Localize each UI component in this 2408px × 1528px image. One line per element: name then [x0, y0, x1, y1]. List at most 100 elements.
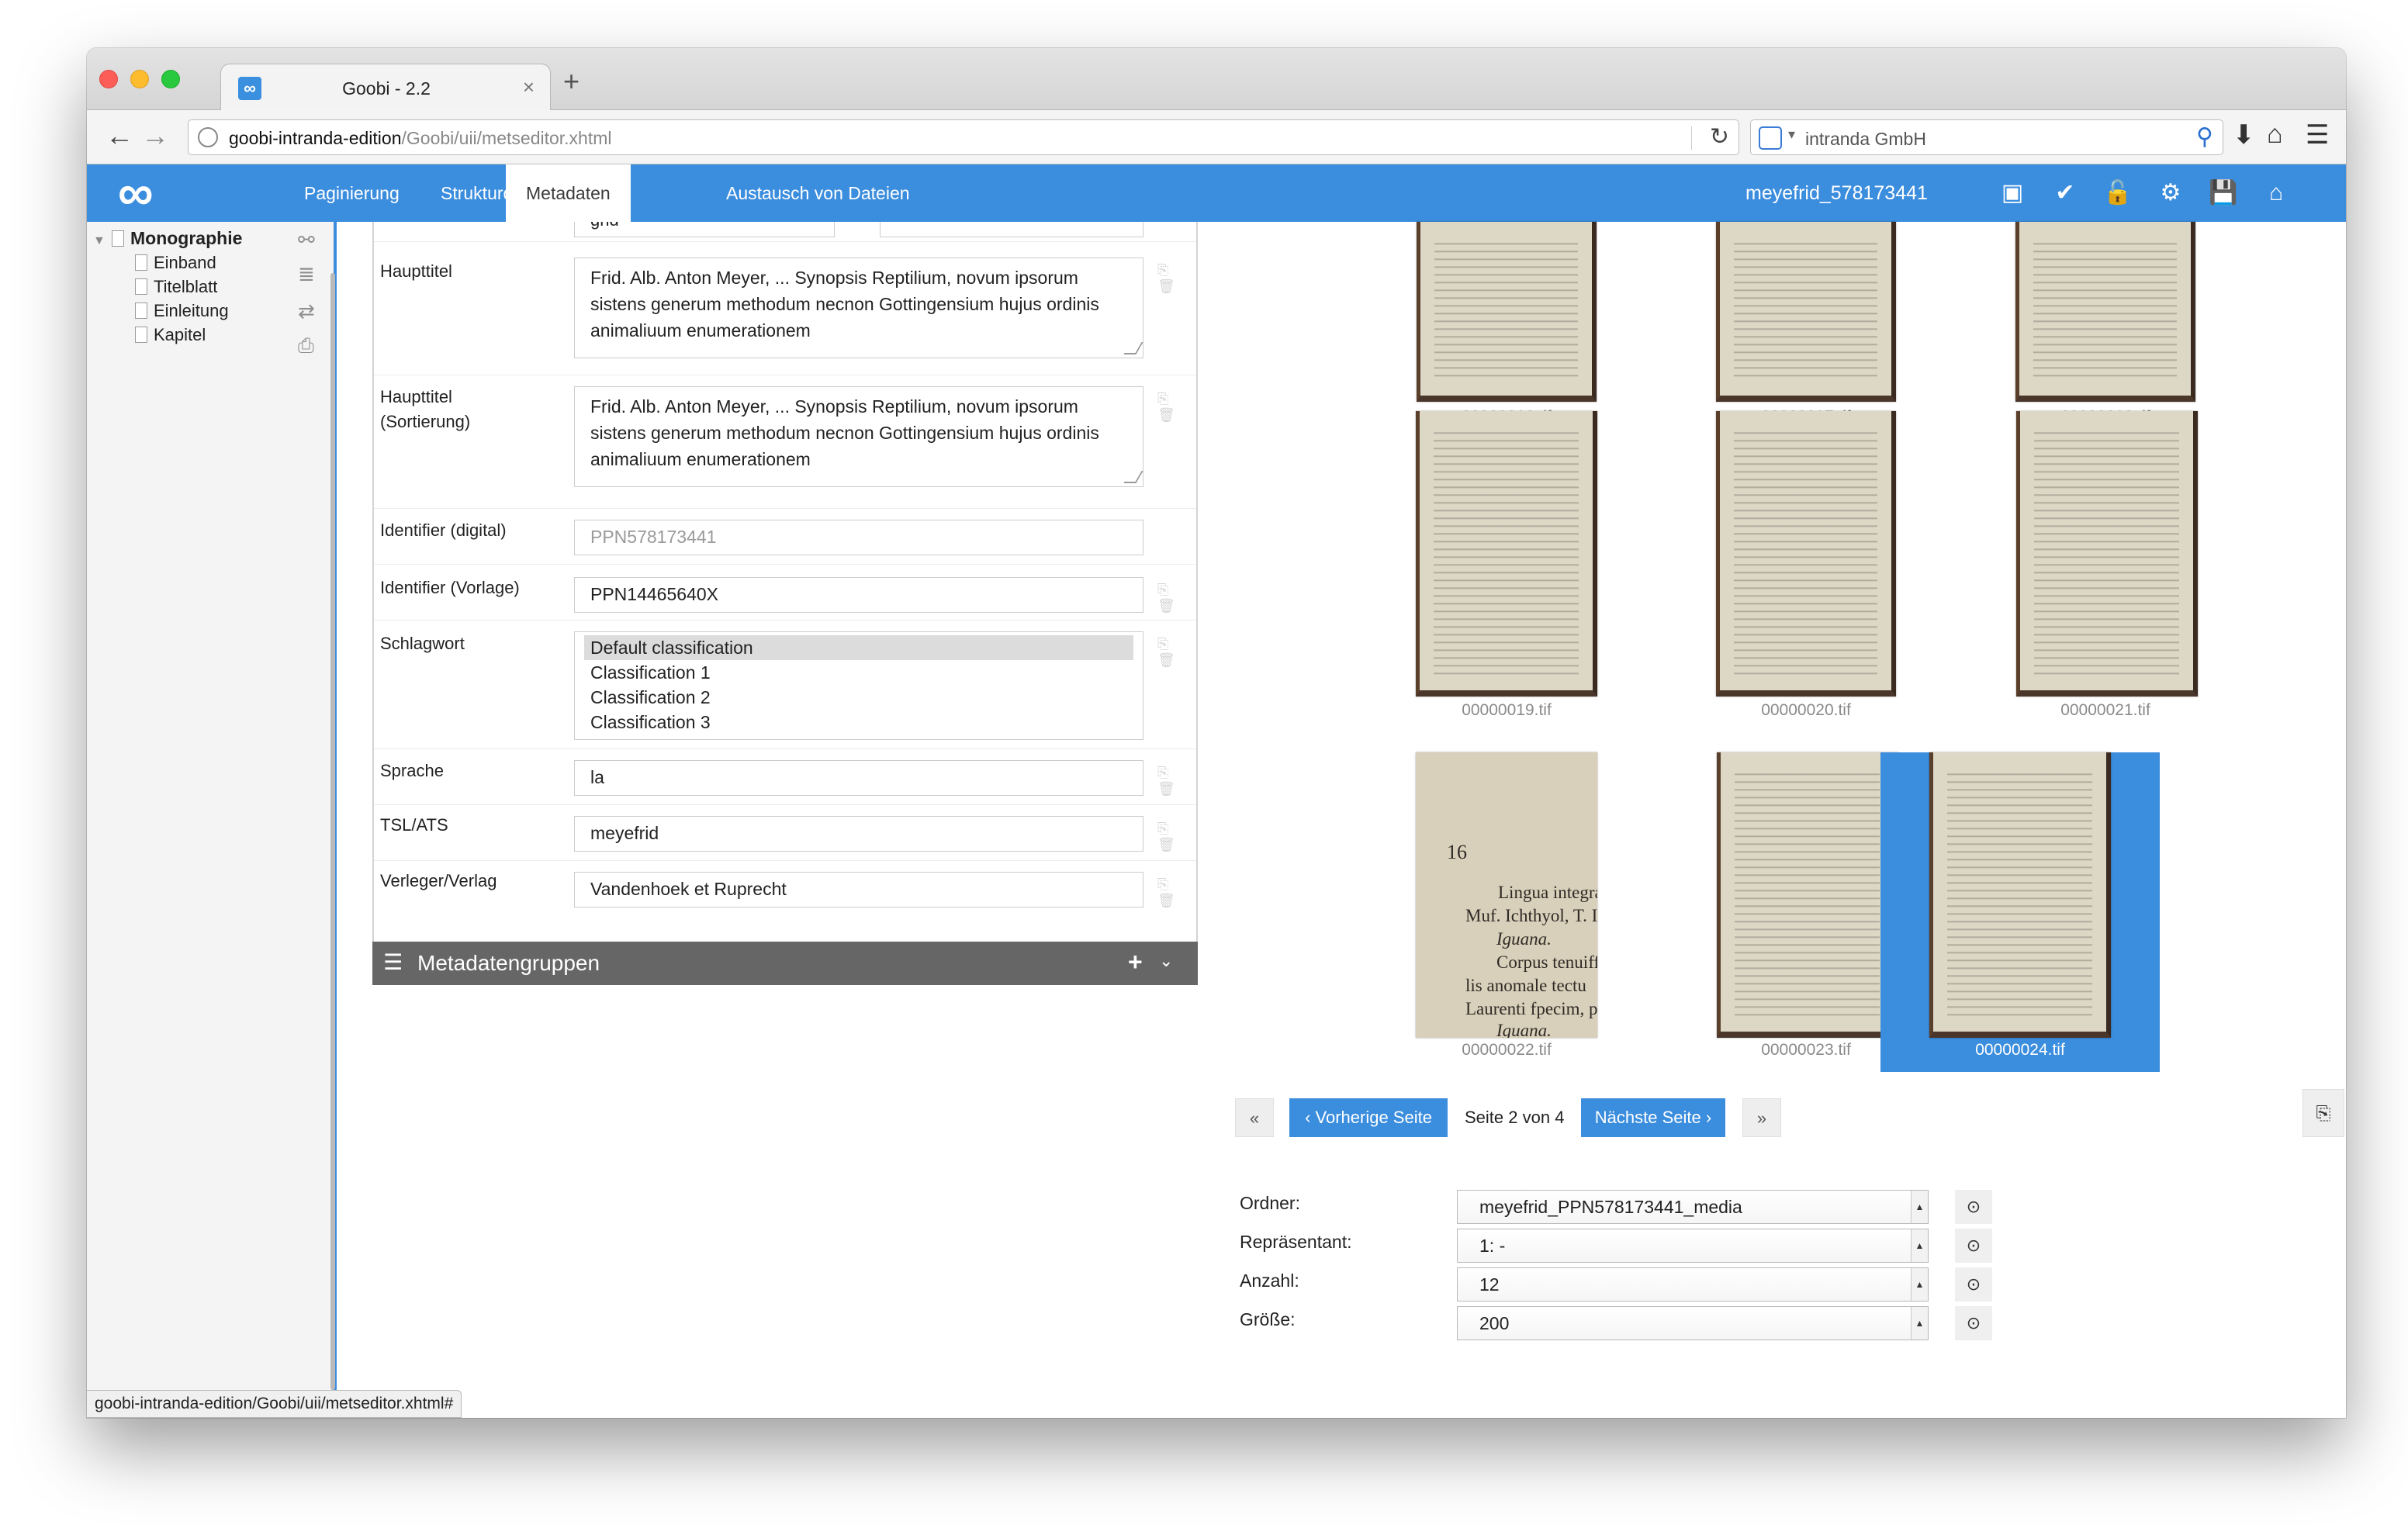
chevron-down-icon[interactable]: ▾: [1788, 126, 1795, 143]
zoom-window-button[interactable]: [161, 70, 180, 88]
house-icon[interactable]: ⌂: [2259, 164, 2293, 222]
home-icon[interactable]: ⌂: [2267, 119, 2283, 150]
unlock-icon[interactable]: 🔓: [2101, 164, 2135, 222]
listbox-option[interactable]: Default classification: [584, 635, 1133, 660]
page-image[interactable]: [2015, 222, 2195, 402]
thumbnail-selected[interactable]: 00000024.tif: [1880, 752, 2160, 1072]
save-icon[interactable]: 💾: [2206, 164, 2240, 222]
forward-arrow-icon[interactable]: →: [141, 119, 169, 152]
dropdown-arrow-icon[interactable]: ▲: [1911, 1229, 1928, 1262]
verleger-field[interactable]: Vandenhoek et Ruprecht: [574, 872, 1143, 907]
authority-source-field[interactable]: gnd: [574, 222, 835, 237]
tsl-ats-field[interactable]: meyefrid: [574, 816, 1143, 852]
tab-close-icon[interactable]: ×: [523, 75, 535, 99]
goobi-logo-icon[interactable]: ∞: [118, 168, 154, 217]
page-image[interactable]: [1416, 411, 1597, 697]
listbox-option[interactable]: Classification 1: [584, 660, 1133, 685]
search-icon[interactable]: ⚲: [2196, 123, 2213, 150]
url-bar[interactable]: goobi-intranda-edition/Goobi/uii/metsedi…: [188, 119, 1739, 155]
process-id: meyefrid_578173441: [1745, 182, 1928, 204]
haupttitel-textarea[interactable]: Frid. Alb. Anton Meyer, ... Synopsis Rep…: [574, 258, 1143, 358]
representative-select[interactable]: 1: - ▲: [1457, 1229, 1929, 1263]
document-icon: [135, 327, 147, 343]
row-actions-icon[interactable]: ⎘🗑: [1157, 765, 1196, 797]
metadata-groups-bar[interactable]: ☰ Metadatengruppen + ⌄: [372, 942, 1198, 985]
close-window-button[interactable]: [99, 70, 118, 88]
bookmark-icon[interactable]: ⎘: [2302, 1089, 2344, 1137]
tree-item[interactable]: Titelblatt: [130, 277, 217, 297]
reload-icon[interactable]: ↻: [1710, 123, 1729, 150]
link-icon[interactable]: ⚯: [298, 228, 315, 252]
haupttitel-sortierung-textarea[interactable]: Frid. Alb. Anton Meyer, ... Synopsis Rep…: [574, 386, 1143, 487]
tree-item[interactable]: Einband: [130, 253, 216, 273]
minimize-window-button[interactable]: [130, 70, 149, 88]
page-image[interactable]: [1417, 222, 1597, 402]
tab-metadaten[interactable]: Metadaten: [506, 164, 631, 222]
download-icon[interactable]: ⬇: [2233, 119, 2255, 150]
row-actions-icon[interactable]: ⎘🗑: [1157, 582, 1196, 614]
listbox-option[interactable]: Classification 3: [584, 710, 1133, 735]
schlagwort-listbox[interactable]: Default classification Classification 1 …: [574, 631, 1143, 740]
row-actions-icon[interactable]: ⎘🗑: [1157, 876, 1196, 909]
page-image[interactable]: [2016, 411, 2198, 697]
print-icon[interactable]: ⎙: [298, 334, 314, 358]
url-text[interactable]: goobi-intranda-edition/Goobi/uii/metsedi…: [229, 128, 612, 149]
dropdown-arrow-icon[interactable]: ▲: [1911, 1307, 1928, 1340]
page-image[interactable]: [1717, 752, 1898, 1038]
dropdown-arrow-icon[interactable]: ▲: [1911, 1268, 1928, 1301]
tree-item[interactable]: Kapitel: [130, 325, 206, 345]
dropdown-arrow-icon[interactable]: ▲: [1911, 1191, 1928, 1223]
list-icon[interactable]: ≣: [298, 262, 315, 286]
metadata-row: TSL/ATS meyefrid ⎘🗑: [374, 805, 1196, 861]
browser-tab[interactable]: ∞ Goobi - 2.2 ×: [220, 64, 551, 112]
sidebar-scrollbar[interactable]: [330, 273, 335, 1390]
row-actions-icon[interactable]: ⎘🗑: [1157, 391, 1196, 423]
page-image[interactable]: [1716, 411, 1896, 697]
back-arrow-icon[interactable]: ←: [106, 119, 133, 152]
thumbnail-caption: 00000022.tif: [1462, 1041, 1552, 1059]
count-apply-icon[interactable]: ⊙: [1955, 1267, 1992, 1302]
representative-apply-icon[interactable]: ⊙: [1955, 1229, 1992, 1263]
search-engine-icon[interactable]: [1759, 126, 1782, 150]
row-actions-icon[interactable]: ⎘🗑: [1157, 821, 1196, 853]
size-select[interactable]: 200 ▲: [1457, 1306, 1929, 1340]
size-apply-icon[interactable]: ⊙: [1955, 1306, 1992, 1340]
metadata-label: Haupttitel (Sortierung): [380, 387, 471, 431]
listbox-option[interactable]: Classification 2: [584, 685, 1133, 710]
tab-austausch-von-dateien[interactable]: Austausch von Dateien: [706, 164, 930, 222]
row-actions-icon[interactable]: ⎘🗑: [1157, 262, 1196, 295]
folder-select[interactable]: meyefrid_PPN578173441_media ▲: [1457, 1190, 1929, 1224]
next-page-button[interactable]: Nächste Seite ›: [1581, 1098, 1725, 1137]
metadata-panel: gnd Haupttitel Frid. Alb. Anton Meyer, .…: [372, 222, 1198, 974]
add-group-icon[interactable]: +: [1128, 948, 1143, 977]
browser-toolbar: ← → goobi-intranda-edition/Goobi/uii/met…: [87, 110, 2346, 164]
image-icon[interactable]: ▣: [1995, 164, 2029, 222]
app-header: ∞ Paginierung Strukturdaten Metadaten Au…: [87, 164, 2346, 222]
folder-apply-icon[interactable]: ⊙: [1955, 1190, 1992, 1224]
metadata-label: Schlagwort: [380, 634, 465, 653]
swap-icon[interactable]: ⇄: [298, 299, 315, 323]
tab-paginierung[interactable]: Paginierung: [284, 164, 420, 222]
expand-triangle-icon[interactable]: ▼: [93, 234, 107, 248]
status-url: goobi-intranda-edition/Goobi/uii/metsedi…: [87, 1390, 462, 1418]
last-page-button[interactable]: »: [1742, 1098, 1781, 1137]
first-page-button[interactable]: «: [1235, 1098, 1274, 1137]
search-box[interactable]: ▾ intranda GmbH ⚲: [1750, 119, 2223, 155]
sprache-field[interactable]: la: [574, 760, 1143, 796]
previous-page-button[interactable]: ‹ Vorherige Seite: [1289, 1098, 1448, 1137]
new-tab-button[interactable]: +: [563, 65, 580, 98]
check-icon[interactable]: ✔: [2048, 164, 2082, 222]
authority-value-field[interactable]: [880, 222, 1143, 237]
hamburger-menu-icon[interactable]: ☰: [2306, 119, 2329, 150]
page-image[interactable]: [1716, 222, 1896, 402]
row-actions-icon[interactable]: ⎘🗑: [1157, 636, 1196, 669]
search-input[interactable]: intranda GmbH: [1805, 129, 1926, 150]
chevron-down-icon[interactable]: ⌄: [1159, 951, 1173, 971]
thumbnail-caption: 00000020.tif: [1761, 701, 1851, 719]
tree-root[interactable]: ▼ Monographie: [93, 228, 242, 249]
identifier-vorlage-field[interactable]: PPN14465640X: [574, 577, 1143, 613]
tree-item[interactable]: Einleitung: [130, 301, 229, 321]
count-select[interactable]: 12 ▲: [1457, 1267, 1929, 1302]
gear-icon[interactable]: ⚙: [2154, 164, 2188, 222]
page-image-closeup[interactable]: 16 Lingua integra Muf. Ichthyol, T. I Ig…: [1416, 752, 1597, 1038]
